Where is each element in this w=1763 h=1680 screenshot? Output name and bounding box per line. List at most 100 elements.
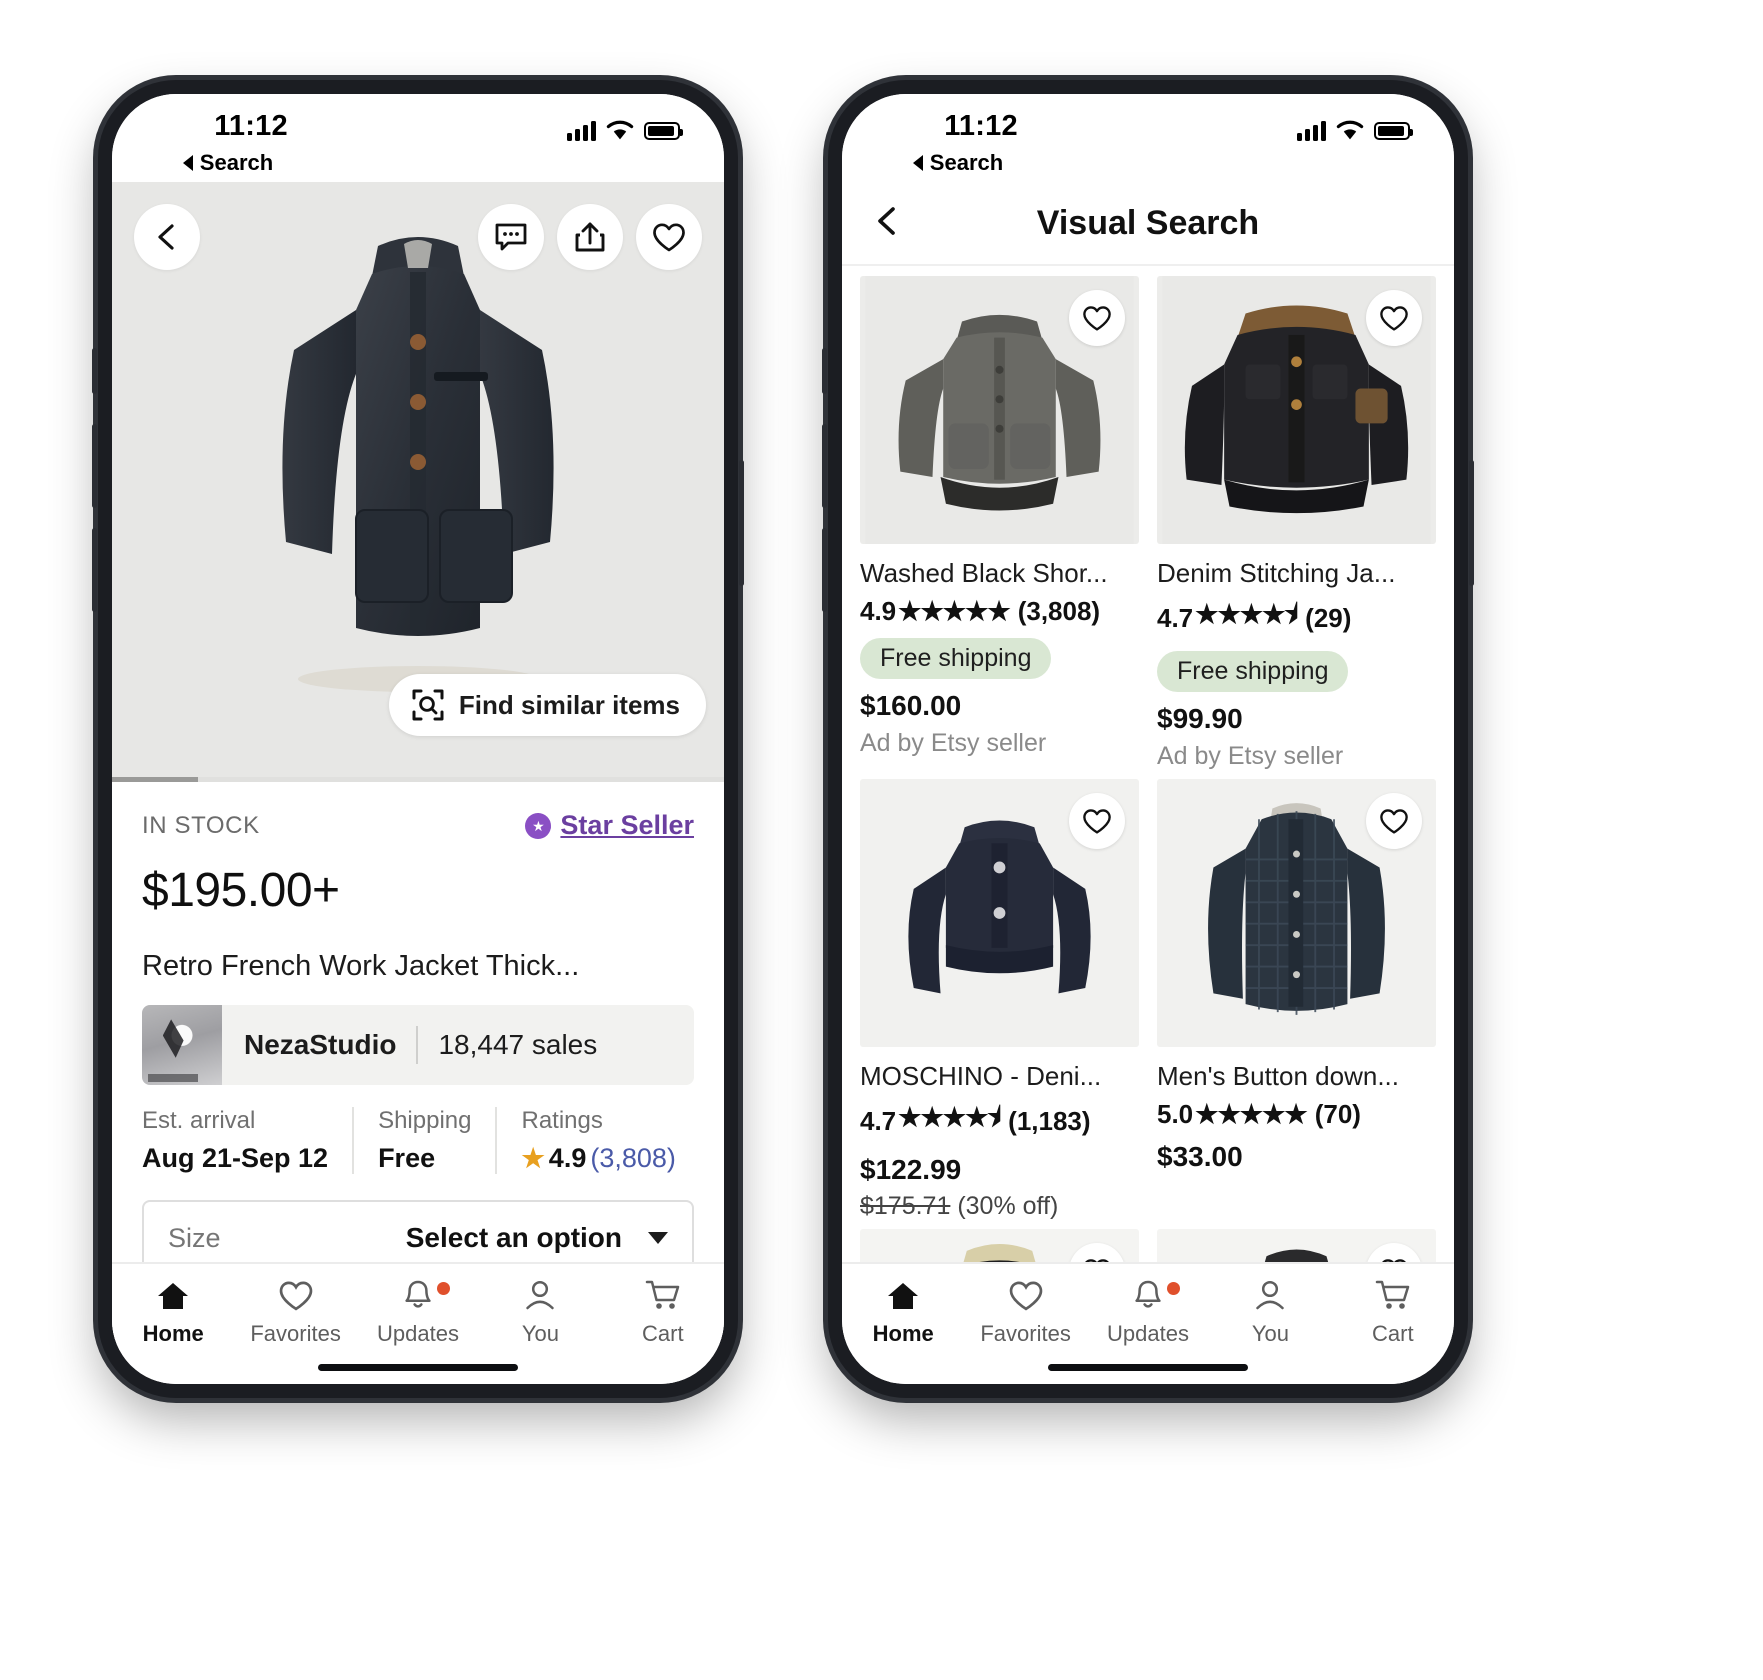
rating-count: (1,183): [1008, 1105, 1091, 1136]
visual-search-results-grid: Washed Black Shor... 4.9 ★★★★★ (3,808) F…: [842, 266, 1454, 1262]
free-shipping-badge: Free shipping: [860, 638, 1052, 679]
result-image[interactable]: [1157, 779, 1436, 1047]
chevron-left-icon: [878, 206, 895, 235]
favorite-button[interactable]: [1069, 793, 1125, 849]
result-card[interactable]: [860, 1229, 1139, 1262]
result-card[interactable]: Denim Stitching Ja... 4.7 ★★★★⯨ (29) Fre…: [1157, 276, 1436, 771]
heart-outline-icon: [1083, 808, 1111, 834]
two-phone-mockup: 11:12 Search Find similar items IN STOCK…: [0, 0, 1763, 1680]
tab-label: Home: [872, 1320, 934, 1346]
favorite-button[interactable]: [1069, 290, 1125, 346]
tab-you[interactable]: You: [1209, 1264, 1331, 1362]
result-card[interactable]: MOSCHINO - Deni... 4.7 ★★★★⯨ (1,183) $12…: [860, 779, 1139, 1221]
rating-count: (70): [1314, 1099, 1361, 1129]
result-rating: 4.9 ★★★★★ (3,808): [860, 596, 1139, 627]
result-image[interactable]: [1157, 1229, 1436, 1262]
result-image[interactable]: [860, 779, 1139, 1047]
shop-sales: 18,447 sales: [438, 1029, 598, 1060]
person-icon: [526, 1280, 555, 1310]
result-card[interactable]: Men's Button down... 5.0 ★★★★★ (70) $33.…: [1157, 779, 1436, 1221]
product-image[interactable]: [228, 224, 608, 694]
heart-outline-icon: [1083, 305, 1111, 331]
tab-favorites[interactable]: Favorites: [234, 1264, 356, 1362]
size-value: Select an option: [405, 1222, 622, 1253]
star-seller-link[interactable]: Star Seller: [560, 810, 694, 841]
phone-left-product-page: 11:12 Search Find similar items IN STOCK…: [92, 80, 744, 1398]
fact-est-arrival: Est. arrival Aug 21-Sep 12: [142, 1107, 352, 1174]
rating-count: (29): [1305, 602, 1352, 633]
shop-name: NezaStudio: [244, 1029, 397, 1060]
home-indicator: [318, 1364, 518, 1371]
tab-label: Home: [142, 1320, 204, 1346]
status-back-to-search[interactable]: Search: [182, 150, 273, 176]
size-label: Size: [168, 1222, 221, 1253]
updates-badge-dot: [437, 1282, 451, 1295]
tab-home[interactable]: Home: [842, 1264, 964, 1362]
result-discount-pct: (30% off): [957, 1192, 1059, 1220]
result-title: Denim Stitching Ja...: [1157, 558, 1396, 588]
tab-label: Updates: [377, 1321, 459, 1346]
visual-search-header: Visual Search: [842, 182, 1454, 266]
tab-label: Cart: [1372, 1321, 1414, 1346]
page-title: Visual Search: [1036, 203, 1260, 242]
favorite-button[interactable]: [636, 204, 702, 270]
rating-value: 4.9: [860, 596, 897, 626]
share-up-icon: [575, 222, 605, 252]
result-rating: 4.7 ★★★★⯨ (29): [1157, 596, 1436, 640]
back-triangle-icon: [912, 155, 923, 171]
stock-status: IN STOCK: [142, 811, 260, 839]
fact-value: ★ 4.9 (3,808): [521, 1143, 675, 1174]
shop-avatar: [142, 1005, 222, 1085]
tab-home[interactable]: Home: [112, 1264, 234, 1362]
product-hero: Find similar items: [112, 182, 724, 782]
star-rating-icon: ★★★★⯨: [898, 1102, 1001, 1132]
heart-outline-icon: [653, 222, 685, 251]
tab-label: You: [521, 1321, 559, 1346]
tab-cart[interactable]: Cart: [602, 1264, 724, 1362]
star-seller-badge[interactable]: ★ Star Seller: [525, 810, 694, 841]
share-button[interactable]: [557, 204, 623, 270]
star-seal-icon: ★: [525, 812, 552, 839]
heart-outline-icon: [1009, 1281, 1042, 1310]
chevron-left-icon: [158, 224, 174, 250]
favorite-button[interactable]: [1366, 793, 1422, 849]
message-seller-button[interactable]: [478, 204, 544, 270]
result-title: MOSCHINO - Deni...: [860, 1061, 1102, 1091]
favorite-button[interactable]: [1366, 290, 1422, 346]
result-title: Washed Black Shor...: [860, 558, 1108, 588]
result-card[interactable]: [1157, 1229, 1436, 1262]
tab-updates[interactable]: Updates: [357, 1264, 479, 1362]
visual-search-icon: [412, 689, 444, 721]
tab-cart[interactable]: Cart: [1332, 1264, 1454, 1362]
vs-back-button[interactable]: [872, 205, 902, 242]
result-discount: $175.71 (30% off): [860, 1192, 1139, 1221]
tab-label: You: [1251, 1321, 1289, 1346]
message-bubble-icon: [495, 223, 527, 251]
result-image[interactable]: [1157, 276, 1436, 544]
status-back-label: Search: [929, 150, 1004, 175]
find-similar-items-button[interactable]: Find similar items: [388, 674, 706, 736]
status-back-to-search[interactable]: Search: [912, 150, 1004, 176]
home-indicator: [1048, 1364, 1248, 1371]
home-icon: [158, 1282, 189, 1309]
result-image[interactable]: [860, 1229, 1139, 1262]
chevron-down-icon: [648, 1232, 668, 1244]
star-rating-icon: ★★★★⯨: [1195, 599, 1298, 629]
battery-icon: [644, 121, 683, 140]
star-rating-icon: ★★★★★: [898, 596, 1011, 626]
result-image[interactable]: [860, 276, 1139, 544]
tab-updates[interactable]: Updates: [1087, 1264, 1209, 1362]
tab-favorites[interactable]: Favorites: [964, 1264, 1086, 1362]
tab-you[interactable]: You: [479, 1264, 601, 1362]
bell-icon: [1135, 1280, 1161, 1308]
shop-card[interactable]: NezaStudio 18,447 sales: [142, 1005, 694, 1085]
fact-ratings[interactable]: Ratings ★ 4.9 (3,808): [495, 1107, 699, 1174]
result-price: $160.00: [860, 690, 962, 721]
image-scroll-indicator[interactable]: [112, 777, 724, 782]
cart-icon: [645, 1280, 680, 1309]
hero-back-button[interactable]: [134, 204, 200, 270]
result-card[interactable]: Washed Black Shor... 4.9 ★★★★★ (3,808) F…: [860, 276, 1139, 771]
fact-shipping: Shipping Free: [352, 1107, 495, 1174]
result-price: $99.90: [1157, 703, 1243, 734]
status-bar: 11:12 Search: [112, 94, 724, 182]
